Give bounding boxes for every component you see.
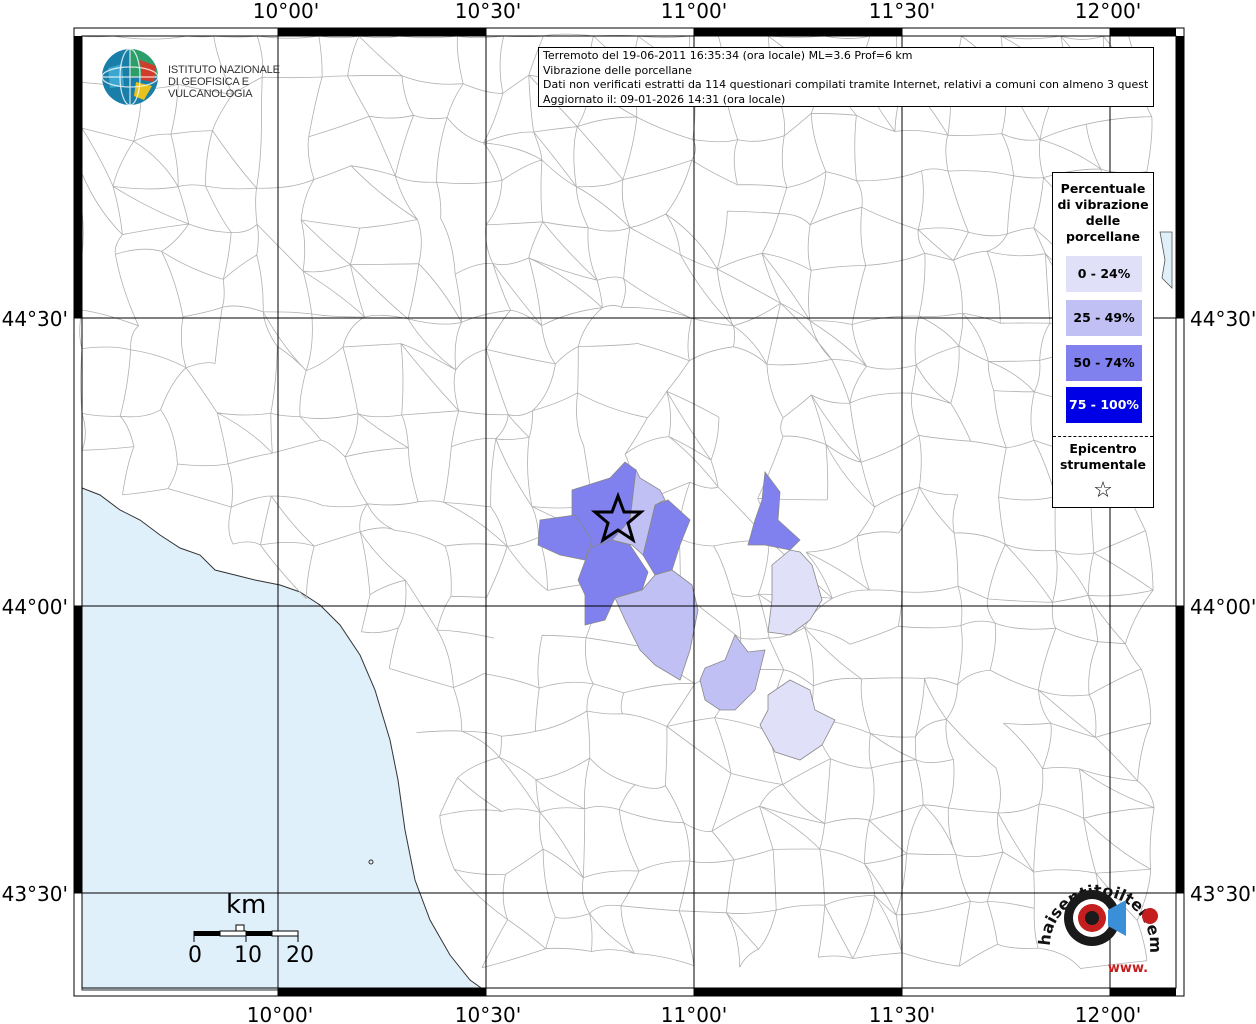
legend-class-25-49: 25 - 49%: [1066, 300, 1142, 336]
legend-star-icon: ☆: [1093, 478, 1113, 503]
data-note: Dati non verificati estratti da 114 ques…: [543, 78, 1149, 91]
question-icon: [1142, 908, 1158, 924]
scale-unit: km: [226, 890, 267, 920]
lat-label: 43°30': [2, 882, 68, 906]
scale-label: 10: [234, 943, 262, 968]
scale-label: 0: [188, 943, 202, 968]
lat-label: 44°30': [1190, 307, 1256, 331]
legend-title-line: delle: [1085, 213, 1121, 228]
lat-label: 44°30': [2, 307, 68, 331]
legend-title-line: Percentuale: [1060, 181, 1146, 196]
logo-line1: ISTITUTO NAZIONALE: [168, 64, 280, 76]
legend-class-75-100: 75 - 100%: [1066, 387, 1142, 423]
watermark-prefix: www.: [1108, 961, 1148, 976]
lon-label: 10°00': [247, 1003, 313, 1024]
legend-class-50-74: 50 - 74%: [1066, 345, 1142, 381]
lon-label: 10°00': [253, 0, 319, 23]
map-legend: Percentuale di vibrazione delle porcella…: [1052, 172, 1154, 508]
legend-divider: [1053, 436, 1153, 437]
ingv-logo: ISTITUTO NAZIONALE DI GEOFISICA E VULCAN…: [100, 46, 320, 108]
latitude-labels-left: 44°30' 44°00' 43°30': [2, 307, 68, 906]
legend-title-line: di vibrazione: [1057, 197, 1149, 212]
lon-label: 12°00': [1075, 1003, 1141, 1024]
map-subject: Vibrazione delle porcellane: [543, 63, 692, 77]
legend-title: Percentuale di vibrazione delle porcella…: [1053, 181, 1153, 245]
lat-label: 44°00': [2, 595, 68, 619]
legend-epicenter-label: Epicentro strumentale: [1053, 441, 1153, 473]
lon-label: 11°30': [869, 1003, 935, 1024]
latitude-labels-right: 44°30' 44°00' 43°30': [1190, 307, 1256, 906]
lon-label: 10°30': [455, 0, 521, 23]
scale-label: 20: [286, 943, 314, 968]
lat-label: 44°00': [1190, 595, 1256, 619]
longitude-labels-top: 10°00' 10°30' 11°00' 11°30' 12°00': [253, 0, 1141, 23]
legend-epicenter-line: Epicentro: [1069, 441, 1137, 456]
lon-label: 11°00': [661, 0, 727, 23]
globe-icon: [101, 48, 159, 106]
logo-line2: DI GEOFISICA E VULCANOLOGIA: [168, 76, 253, 100]
event-info-box: Terremoto del 19-06-2011 16:35:34 (ora l…: [538, 47, 1154, 107]
update-time: Aggiornato il: 09-01-2026 14:31 (ora loc…: [543, 92, 786, 106]
lon-label: 11°00': [661, 1003, 727, 1024]
legend-class-0-24: 0 - 24%: [1066, 256, 1142, 292]
lat-label: 43°30': [1190, 882, 1256, 906]
haisentito-logo: haisentitoilterremoto.it www.: [1030, 848, 1165, 976]
lon-label: 12°00': [1075, 0, 1141, 23]
event-title: Terremoto del 19-06-2011 16:35:34 (ora l…: [543, 49, 913, 62]
lon-label: 11°30': [869, 0, 935, 23]
legend-epicenter-line: strumentale: [1059, 457, 1147, 472]
longitude-labels-bottom: 10°00' 10°30' 11°00' 11°30' 12°00': [247, 1003, 1141, 1024]
legend-title-line: porcellane: [1066, 229, 1140, 244]
lon-label: 10°30': [455, 1003, 521, 1024]
